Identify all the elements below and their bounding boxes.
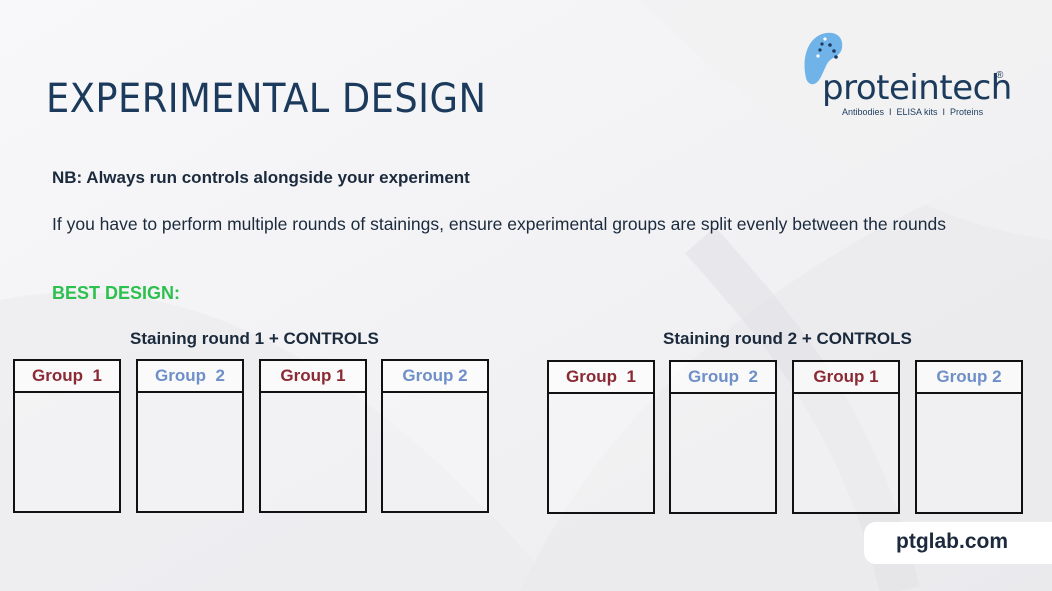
website-link[interactable]: ptglab.com bbox=[896, 530, 1008, 554]
round-2-group-box: Group 2 bbox=[915, 360, 1023, 514]
registered-mark: ® bbox=[996, 70, 1004, 81]
group-header: Group 1 bbox=[549, 362, 653, 394]
url-badge: ptglab.com bbox=[864, 522, 1052, 564]
group-header: Group 2 bbox=[917, 362, 1021, 394]
round-2-group-box: Group 2 bbox=[669, 360, 777, 514]
logo-tagline: Antibodies I ELISA kits I Proteins bbox=[842, 107, 984, 117]
round-1-group-box: Group 1 bbox=[259, 359, 367, 513]
round-1-group-box: Group 1 bbox=[13, 359, 121, 513]
page-title: EXPERIMENTAL DESIGN bbox=[46, 76, 487, 122]
round-1-group-box: Group 2 bbox=[381, 359, 489, 513]
round-2-label: Staining round 2 + CONTROLS bbox=[663, 329, 912, 348]
advice-text: If you have to perform multiple rounds o… bbox=[52, 214, 946, 234]
round-2-group-box: Group 1 bbox=[547, 360, 655, 514]
logo-wordmark: proteintech bbox=[822, 68, 1012, 108]
group-header: Group 1 bbox=[15, 361, 119, 393]
controls-note: NB: Always run controls alongside your e… bbox=[52, 168, 470, 187]
group-header: Group 1 bbox=[261, 361, 365, 393]
round-2-group-box: Group 1 bbox=[792, 360, 900, 514]
group-header: Group 2 bbox=[671, 362, 775, 394]
group-header: Group 2 bbox=[138, 361, 242, 393]
proteintech-logo: proteintech ® Antibodies I ELISA kits I … bbox=[800, 30, 1020, 125]
group-header: Group 1 bbox=[794, 362, 898, 394]
round-1-label: Staining round 1 + CONTROLS bbox=[130, 329, 379, 348]
best-design-label: BEST DESIGN: bbox=[52, 283, 181, 303]
round-1-group-box: Group 2 bbox=[136, 359, 244, 513]
group-header: Group 2 bbox=[383, 361, 487, 393]
